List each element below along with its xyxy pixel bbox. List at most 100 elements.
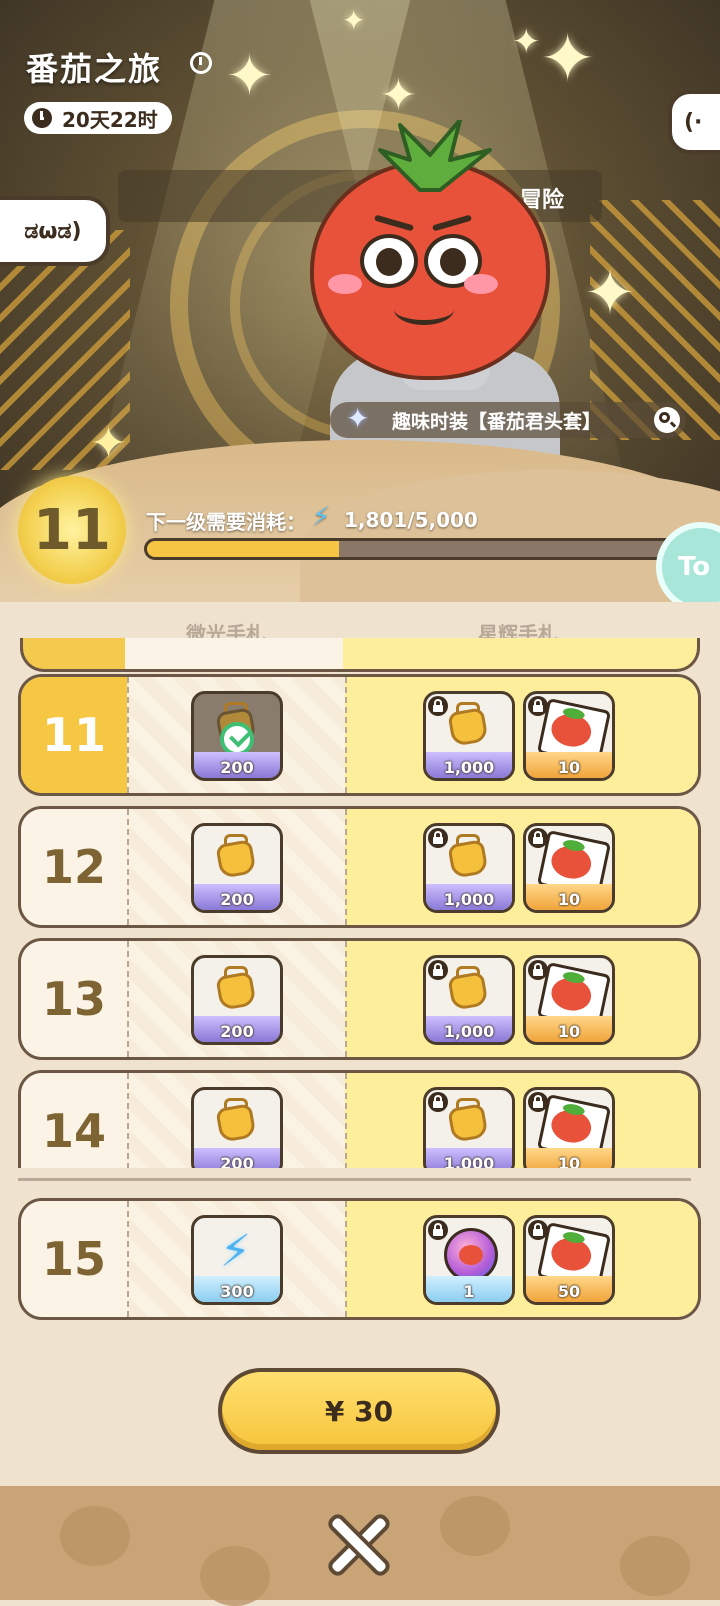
claimed-check-icon	[220, 722, 254, 756]
lock-icon	[528, 1092, 548, 1112]
lock-icon	[528, 696, 548, 716]
free-reward-item[interactable]: 200	[191, 691, 283, 781]
sparkle-icon: ✦	[342, 4, 366, 37]
next-level-cost: 下一级需要消耗： 1,801/5,000	[146, 502, 478, 536]
purchase-price: ¥ 30	[324, 1394, 394, 1428]
premium-reward-item[interactable]: 50	[523, 1215, 615, 1305]
row-level: 12	[21, 809, 127, 925]
free-reward-item[interactable]: 200	[191, 1087, 283, 1177]
item-quantity: 300	[220, 1282, 254, 1301]
blush	[328, 274, 362, 294]
level-progress-bar	[144, 538, 684, 560]
premium-reward-item[interactable]: 1,000	[423, 691, 515, 781]
item-quantity: 1,000	[443, 758, 495, 777]
free-track-cell: ⚡ 300	[127, 1201, 347, 1317]
lock-icon	[428, 1220, 448, 1240]
paw-pattern-icon	[440, 1496, 510, 1556]
premium-reward-item[interactable]: 10	[523, 955, 615, 1045]
speech-bubble-left: ಡωಡ)	[0, 196, 110, 266]
mouth	[394, 294, 454, 325]
premium-track-cell: 1,000 10	[345, 677, 698, 793]
premium-reward-item[interactable]: 1	[423, 1215, 515, 1305]
reward-row-milestone: 15 ⚡ 300 1 50	[18, 1198, 701, 1320]
info-icon[interactable]	[190, 52, 212, 74]
progress-value: 1,801/5,000	[344, 508, 478, 532]
premium-track-cell: 1 50	[345, 1201, 698, 1317]
premium-reward-item[interactable]: 1,000	[423, 1087, 515, 1177]
item-quantity: 200	[220, 758, 254, 777]
costume-label: 趣味时装【番茄君头套】	[392, 410, 602, 433]
sparkle-icon: ✦	[540, 20, 596, 97]
reward-row: 12 200 1,000 10	[18, 806, 701, 928]
sparkle-icon: ✦	[380, 70, 417, 121]
tomato-leaf-icon	[378, 120, 492, 192]
premium-reward-item[interactable]: 10	[523, 1087, 615, 1177]
premium-track-cell: 1,000 10	[345, 809, 698, 925]
paw-pattern-icon	[620, 1536, 690, 1596]
item-quantity: 10	[557, 890, 581, 909]
premium-reward-item[interactable]: 10	[523, 691, 615, 781]
item-quantity: 1,000	[443, 890, 495, 909]
speech-bubble-right: (·	[668, 90, 720, 154]
progress-fill	[147, 541, 340, 557]
costume-preview-tag[interactable]: 趣味时装【番茄君头套】	[330, 402, 686, 438]
lightbulb-icon	[447, 966, 490, 1014]
sparkle-icon: ✦	[584, 256, 636, 329]
current-level-badge: 11	[18, 476, 126, 584]
crystal-orb-icon	[444, 1228, 498, 1282]
free-reward-item[interactable]: ⚡ 300	[191, 1215, 283, 1305]
premium-reward-item[interactable]: 1,000	[423, 823, 515, 913]
item-quantity: 200	[220, 890, 254, 909]
eye	[360, 234, 418, 288]
free-track-cell: 200	[127, 809, 347, 925]
reward-row: 13 200 1,000 10	[18, 938, 701, 1060]
free-reward-item[interactable]: 200	[191, 823, 283, 913]
next-level-label: 下一级需要消耗：	[146, 509, 306, 534]
lock-icon	[428, 696, 448, 716]
item-quantity: 10	[557, 1022, 581, 1041]
row-level: 13	[21, 941, 127, 1057]
lock-icon	[428, 828, 448, 848]
paw-pattern-icon	[200, 1546, 270, 1606]
lock-icon	[528, 1220, 548, 1240]
lightning-icon: ⚡	[220, 1226, 251, 1277]
lightbulb-icon	[215, 966, 258, 1014]
side-tab-label: To	[678, 552, 711, 582]
premium-track-cell: 1,000 10	[345, 941, 698, 1057]
close-icon[interactable]	[324, 1510, 394, 1580]
lightbulb-icon	[215, 1098, 258, 1146]
lightbulb-icon	[215, 834, 258, 882]
premium-reward-item[interactable]: 10	[523, 823, 615, 913]
event-timer: 20天22时	[24, 102, 172, 134]
timer-text: 20天22时	[62, 107, 158, 132]
item-quantity: 10	[557, 758, 581, 777]
purchase-button[interactable]: ¥ 30	[218, 1368, 500, 1454]
row-level: 15	[21, 1201, 127, 1317]
clock-icon	[32, 108, 52, 128]
previous-row-edge	[20, 638, 700, 672]
paw-pattern-icon	[60, 1506, 130, 1566]
sparkle-icon	[336, 402, 376, 435]
hero-banner: 冒险 ✦ ✦ ✦ ✦ ✦ ✦ ✦ 番茄之旅 20天22时 ಡωಡ) (· ✦ 趣…	[0, 0, 720, 602]
premium-reward-item[interactable]: 1,000	[423, 955, 515, 1045]
lock-icon	[428, 960, 448, 980]
lightbulb-icon	[447, 1098, 490, 1146]
eyebrow	[431, 214, 473, 232]
magnifier-icon[interactable]	[654, 407, 680, 433]
current-level: 11	[33, 497, 111, 563]
page-title: 番茄之旅	[26, 50, 163, 88]
bubble-text: ಡωಡ)	[24, 218, 82, 244]
bubble-text: (·	[684, 109, 703, 135]
milestone-divider	[18, 1178, 691, 1181]
reward-row-current: 11 200 1,000 10	[18, 674, 701, 796]
free-reward-item[interactable]: 200	[191, 955, 283, 1045]
free-track-cell: 200	[127, 941, 347, 1057]
eyebrow	[373, 214, 415, 232]
blush	[464, 274, 498, 294]
lock-icon	[428, 1092, 448, 1112]
lightbulb-icon	[447, 834, 490, 882]
row-level: 11	[21, 677, 127, 793]
item-quantity: 200	[220, 1022, 254, 1041]
lock-icon	[528, 828, 548, 848]
sparkle-icon: ✦	[226, 44, 273, 109]
